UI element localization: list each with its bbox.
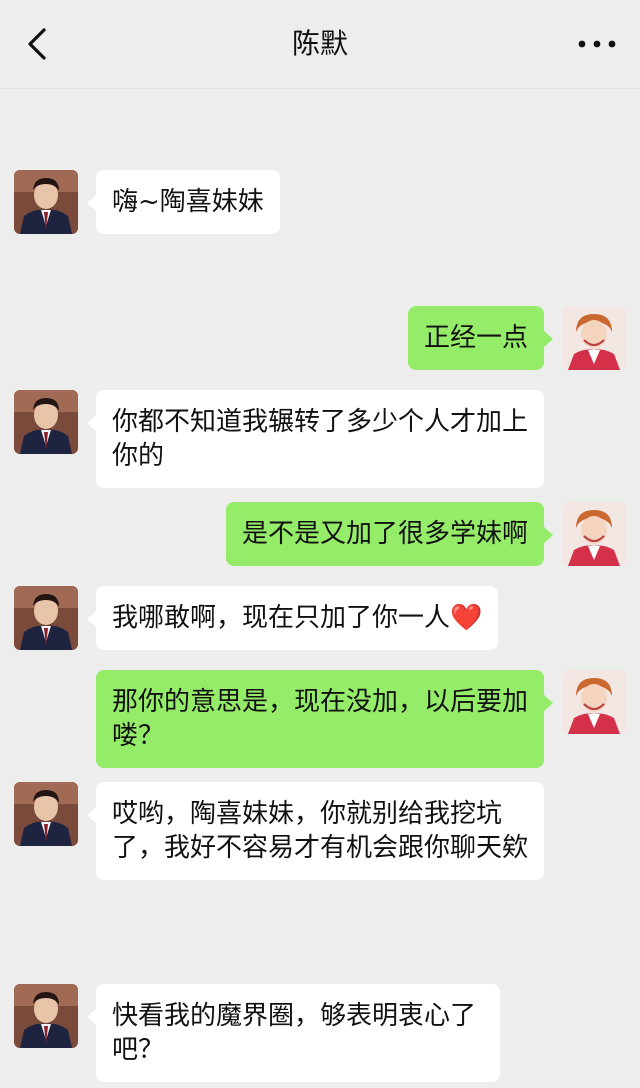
user-avatar[interactable]	[562, 670, 626, 734]
more-options-button[interactable]	[572, 26, 622, 62]
message-text: 正经一点	[423, 323, 528, 353]
heart-emoji-icon: ❤️	[450, 603, 483, 633]
user-avatar[interactable]	[562, 306, 626, 370]
message-bubble-incoming[interactable]: 哎哟，陶喜妹妹，你就别给我挖坑了，我好不容易才有机会跟你聊天欸	[87, 782, 544, 880]
message-text: 那你的意思是，现在没加，以后要加喽？	[112, 687, 529, 751]
chevron-left-icon	[18, 20, 58, 68]
message-text: 我哪敢啊，现在只加了你一人	[112, 603, 451, 633]
message-text: 快看我的魔界圈，够表明衷心了吧？	[112, 1001, 477, 1065]
message-text: 哎哟，陶喜妹妹，你就别给我挖坑了，我好不容易才有机会跟你聊天欸	[112, 799, 529, 863]
message-bubble-outgoing[interactable]: 是不是又加了很多学妹啊	[225, 502, 554, 566]
contact-avatar[interactable]	[14, 984, 78, 1048]
contact-avatar[interactable]	[14, 782, 78, 846]
message-text: 是不是又加了很多学妹啊	[241, 519, 528, 549]
message-text: 嗨~陶喜妹妹	[112, 187, 264, 217]
message-list[interactable]: 嗨~陶喜妹妹 正经一点 你都不知道我辗转了多少个人才加上你的 是不是又加了很多学…	[0, 88, 640, 1088]
chat-header: 陈默	[0, 0, 640, 89]
contact-avatar[interactable]	[14, 170, 78, 234]
message-text: 你都不知道我辗转了多少个人才加上你的	[112, 407, 529, 471]
message-bubble-outgoing[interactable]: 那你的意思是，现在没加，以后要加喽？	[96, 670, 553, 768]
user-avatar[interactable]	[562, 502, 626, 566]
message-bubble-incoming[interactable]: 快看我的魔界圈，够表明衷心了吧？	[87, 984, 500, 1082]
contact-avatar[interactable]	[14, 586, 78, 650]
chat-title: 陈默	[291, 27, 348, 60]
message-bubble-incoming[interactable]: 嗨~陶喜妹妹	[87, 170, 280, 234]
message-bubble-incoming[interactable]: 我哪敢啊，现在只加了你一人❤️	[86, 586, 499, 650]
message-bubble-outgoing[interactable]: 正经一点	[407, 306, 554, 370]
contact-avatar[interactable]	[14, 390, 78, 454]
more-dots-icon	[572, 26, 622, 62]
message-bubble-incoming[interactable]: 你都不知道我辗转了多少个人才加上你的	[87, 390, 544, 488]
back-button[interactable]	[18, 20, 58, 68]
